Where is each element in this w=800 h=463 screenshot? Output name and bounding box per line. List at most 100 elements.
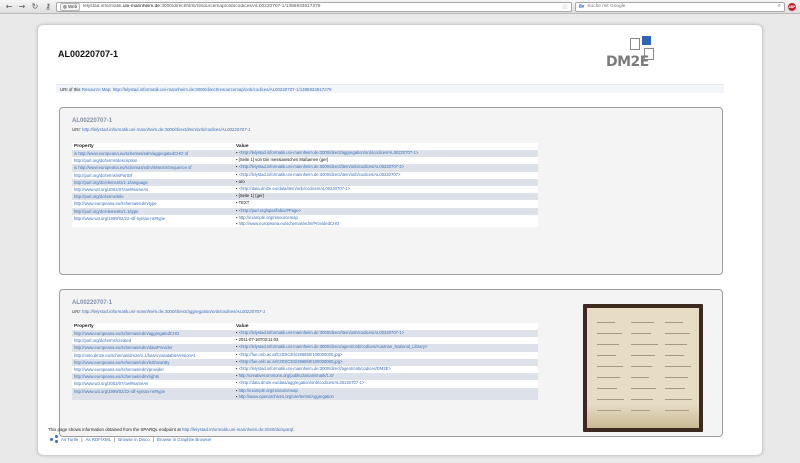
table-row: http://purl.org/dc/elements/1.1/language… (72, 178, 538, 187)
property-cell[interactable]: http://www.europeana.eu/schemas/edm/data… (72, 344, 234, 352)
back-icon[interactable]: ← (4, 2, 14, 12)
logo-text: DM2E (606, 54, 649, 70)
as-turtle-link[interactable]: As Turtle (61, 437, 78, 442)
search-bar[interactable]: 8▾ Suche mit Google ⌕ (575, 1, 785, 12)
column-header-value: Value (234, 143, 538, 150)
property-cell[interactable]: http://www.europeana.eu/schemas/edm/prov… (72, 366, 234, 374)
aggregation-uri: URI: http://lelystad.informatik.uni-mann… (72, 309, 265, 314)
value-link[interactable]: http://creativecommons.org/publicdomain/… (239, 373, 334, 378)
value-text: [Seite 1] von Die messianischen Maßamen … (238, 157, 329, 163)
property-cell[interactable]: http://www.europeana.eu/schemas/edm/aggr… (72, 330, 234, 338)
manuscript-stain (587, 404, 699, 428)
value-cell: ▪ <http://lelystad.informatik.uni-mannhe… (234, 150, 538, 158)
search-icon[interactable]: ⌕ (778, 3, 781, 10)
property-cell[interactable]: http://purl.org/dc/terms/isPartOf (72, 171, 234, 179)
address-bar[interactable]: ◍ Web lelystad.informatik.uni-mannheim.d… (56, 1, 572, 12)
property-cell[interactable]: http://www.europeana.eu/schemas/edm/righ… (72, 373, 234, 381)
table-row: http://www.europeana.eu/schemas/edm/prov… (72, 366, 538, 374)
reload-icon[interactable]: ↻ (30, 2, 40, 12)
footer-text: This page shows information obtained fro… (48, 427, 181, 432)
browse-graphite-link[interactable]: Browse in Graphite Browser (157, 437, 212, 442)
property-cell[interactable]: http://www.w3.org/1999/02/22-rdf-syntax-… (72, 214, 234, 227)
value-link[interactable]: http://www.europeana.eu/schemas/edm/Prov… (239, 221, 340, 226)
value-item: ▪ <http://lelystad.informatik.uni-mannhe… (236, 366, 536, 372)
value-item: ▪ aro (236, 179, 536, 185)
property-cell[interactable]: http://www.europeana.eu/schemas/edm/type (72, 200, 234, 208)
value-text: [Seite 1] (ger) (238, 193, 265, 199)
forward-icon[interactable]: → (17, 2, 27, 12)
property-cell[interactable]: http://www.w3.org/2002/07/owl#sameAs (72, 186, 234, 194)
value-cell: ▪ <http://lelystad.informatik.uni-mannhe… (234, 171, 538, 179)
page-container: AL00220707-1 DM2E URI of this Resource M… (37, 24, 763, 456)
google-icon[interactable]: 8▾ (579, 4, 584, 10)
property-cell[interactable]: http://www.w3.org/1999/02/22-rdf-syntax-… (72, 387, 234, 400)
value-cell: ▪ http://example.org/resourcemap ▪ http:/… (234, 214, 538, 227)
property-cell[interactable]: http://purl.org/dc/terms/description (72, 157, 234, 165)
bookmark-star-icon[interactable]: ☆ (562, 3, 568, 11)
search-input[interactable]: Suche mit Google (587, 4, 774, 9)
property-cell[interactable]: http://www.europeana.eu/schemas/edm/isSh… (72, 358, 234, 367)
browser-toolbar: ← → ↻ ⚷ ◍ Web lelystad.informatik.uni-ma… (0, 0, 800, 14)
value-cell: ▪ [Seite 1] (ger) (234, 193, 538, 201)
value-link[interactable]: http://example.org/resourcemap (239, 388, 298, 393)
property-cell[interactable]: is http://www.europeana.eu/schemas/edm/a… (72, 150, 234, 158)
property-cell[interactable]: http://purl.org/dc/elements/1.1/language (72, 178, 234, 187)
value-link[interactable]: <http://lelystad.informatik.uni-mannheim… (239, 330, 405, 335)
url-prefix: lelystad.informatik. (83, 4, 123, 9)
value-cell: ▪ [Seite 1] von Die messianischen Maßame… (234, 157, 538, 165)
value-item: ▪ <http://purl.org/spar/fabio/#Page> (236, 208, 536, 214)
value-link[interactable]: <http://purl.org/spar/fabio/#Page> (239, 208, 301, 213)
value-link[interactable]: <http://lelystad.informatik.uni-mannheim… (239, 164, 405, 169)
property-cell[interactable]: is http://www.europeana.eu/schemas/edm/i… (72, 164, 234, 172)
value-text: 2011-07-16T03:11:03 (238, 337, 279, 343)
site-label: Web (67, 4, 78, 9)
value-link[interactable]: <http://data.dm2e.eu/data/item/onb/codic… (239, 186, 351, 191)
aggregation-uri-link[interactable]: http://lelystad.informatik.uni-mannheim.… (82, 309, 265, 314)
adblock-icon[interactable]: ABP (788, 2, 796, 11)
value-link[interactable]: <http://fue.onb.ac.at/CODICES/296850/100… (239, 352, 343, 357)
resource-map-uri[interactable]: http://lelystad.informatik.uni-mannheim.… (113, 87, 332, 92)
value-link[interactable]: <http://lelystad.informatik.uni-mannheim… (239, 344, 428, 349)
value-item: ▪ http://www.openarchives.org/ore/terms/… (236, 394, 536, 400)
value-item: ▪ <http://fue.onb.ac.at/CODICES/296850/1… (236, 359, 536, 365)
url-domain: uni-mannheim.de (122, 4, 160, 9)
value-item: ▪ http://creativecommons.org/publicdomai… (236, 373, 536, 379)
value-link[interactable]: <http://lelystad.informatik.uni-mannheim… (239, 150, 419, 155)
table-row: http://www.europeana.eu/schemas/edm/data… (72, 344, 538, 352)
value-link[interactable]: <http://lelystad.informatik.uni-mannheim… (239, 366, 391, 371)
resource-map-link[interactable]: Resource Map (82, 87, 111, 92)
value-link[interactable]: http://example.org/resourcemap (239, 215, 298, 220)
aggregation-box: AL00220707-1 URI: http://lelystad.inform… (59, 289, 723, 437)
aggregation-properties-table: Property Value http://www.europeana.eu/s… (72, 323, 538, 400)
manuscript-script-line (665, 399, 692, 400)
manuscript-script-line (631, 333, 651, 334)
value-link[interactable]: <http://lelystad.informatik.uni-mannheim… (239, 172, 401, 177)
column-header-property: Property (72, 143, 234, 150)
manuscript-script-line (631, 344, 658, 345)
globe-icon: ◍ (63, 3, 67, 9)
property-cell[interactable]: http://purl.org/dc/elements/1.1/type (72, 207, 234, 215)
value-item: ▪ <http://lelystad.informatik.uni-mannhe… (236, 150, 536, 156)
property-cell[interactable]: http://purl.org/dc/terms/title (72, 193, 234, 201)
manuscript-script-line (631, 377, 649, 378)
manuscript-script-line (597, 344, 619, 345)
value-link[interactable]: <http://fue.onb.ac.at/CODICES/296850/100… (239, 359, 343, 364)
manuscript-thumbnail[interactable] (583, 304, 703, 432)
property-cell[interactable]: http://www.w3.org/2002/07/owl#sameAs (72, 380, 234, 388)
value-link[interactable]: http://www.openarchives.org/ore/terms/Ag… (239, 394, 334, 399)
item-uri-link[interactable]: http://lelystad.informatik.uni-mannheim.… (82, 127, 250, 132)
table-row: is http://www.europeana.eu/schemas/edm/i… (72, 164, 538, 172)
key-icon[interactable]: ⚷ (43, 2, 53, 12)
property-cell[interactable]: http://onto.dm2e.eu/schemas/dm2e/1.1/has… (72, 351, 234, 359)
url-text[interactable]: lelystad.informatik.uni-mannheim.de:3000… (83, 4, 559, 9)
site-identity[interactable]: ◍ Web (60, 2, 81, 11)
value-cell: ▪ <http://lelystad.informatik.uni-mannhe… (234, 330, 538, 338)
table-row: http://purl.org/dc/elements/1.1/type ▪ <h… (72, 207, 538, 215)
property-cell[interactable]: http://purl.org/dc/terms/created (72, 337, 234, 345)
manuscript-script-line (665, 377, 688, 378)
browse-disco-link[interactable]: Browse in Disco (118, 437, 149, 442)
value-link[interactable]: <http://data.dm2e.eu/data/aggregation/on… (239, 380, 365, 385)
as-rdfxml-link[interactable]: As RDF/XML (85, 437, 111, 442)
table-row: http://www.w3.org/1999/02/22-rdf-syntax-… (72, 387, 538, 400)
sparql-endpoint-link[interactable]: http://lelystad.informatik.uni-mannheim.… (182, 427, 293, 432)
